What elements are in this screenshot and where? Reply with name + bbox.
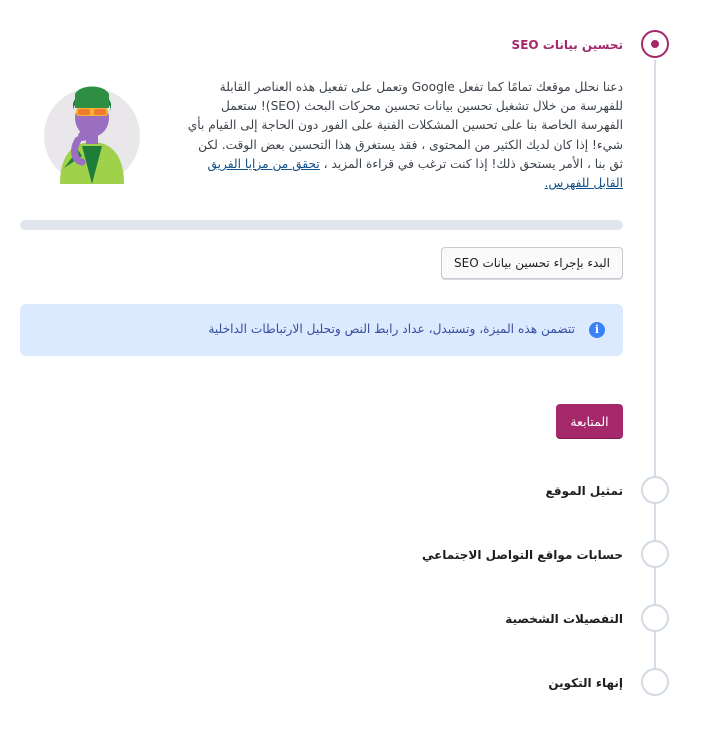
step-indicator <box>641 604 669 632</box>
step-title-site-representation[interactable]: تمثيل الموقع <box>546 484 623 498</box>
step-title-personal-preferences[interactable]: التفصيلات الشخصية <box>505 612 623 626</box>
start-seo-optimization-button[interactable]: البدء بإجراء تحسين بيانات SEO <box>441 247 623 279</box>
step-title-seo-optimization[interactable]: تحسين بيانات SEO <box>512 38 623 52</box>
step-title-social-profiles[interactable]: حسابات مواقع التواصل الاجتماعي <box>422 548 623 562</box>
step-indicator <box>641 540 669 568</box>
continue-button[interactable]: المتابعة <box>556 404 623 438</box>
stepper-line <box>654 60 656 680</box>
step-indicator-active <box>641 30 669 58</box>
mascot-illustration <box>44 86 140 184</box>
seo-progress-bar <box>20 220 623 230</box>
step-indicator <box>641 668 669 696</box>
step-title-finish-configuration[interactable]: إنهاء التكوين <box>548 676 623 690</box>
step-indicator <box>641 476 669 504</box>
seo-intro-text: دعنا نحلل موقعك تمامًا كما تفعل Google و… <box>183 78 623 193</box>
info-notice-text: تتضمن هذه الميزة، وتستبدل، عداد رابط الن… <box>208 322 575 336</box>
info-icon: i <box>589 322 605 338</box>
info-notice: i تتضمن هذه الميزة، وتستبدل، عداد رابط ا… <box>20 304 623 356</box>
